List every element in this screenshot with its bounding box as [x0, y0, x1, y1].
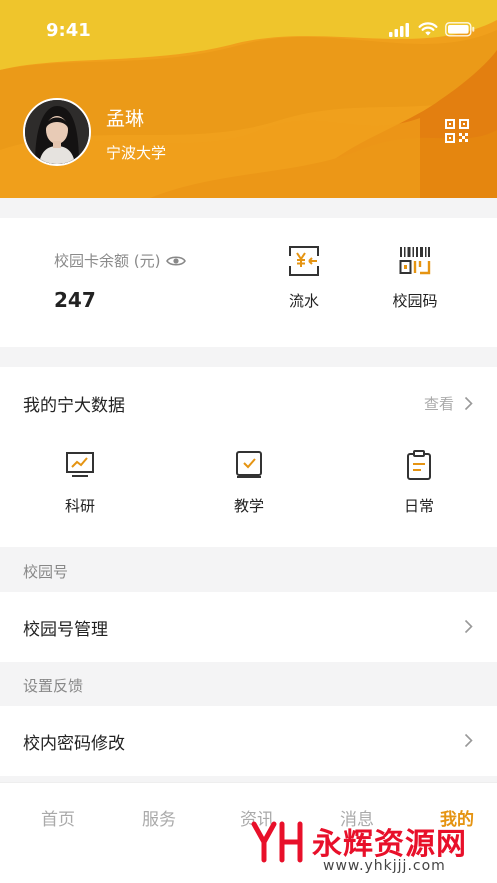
daily-item[interactable]: 日常 — [379, 449, 459, 516]
teaching-book-icon — [236, 451, 262, 478]
tab-services[interactable]: 服务 — [129, 805, 189, 830]
balance-value: 247 — [54, 288, 96, 312]
avatar-portrait — [25, 100, 89, 164]
watermark-url: www.yhkjjj.com — [323, 858, 446, 874]
balance-label-row: 校园卡余额 (元) — [54, 250, 187, 271]
clipboard-icon — [407, 450, 431, 480]
campus-card-panel: 校园卡余额 (元) 247 流水 校园码 — [0, 218, 497, 347]
qr-code-icon[interactable] — [445, 119, 469, 143]
transactions-label: 流水 — [288, 292, 319, 310]
password-change-row[interactable]: 校内密码修改 — [0, 706, 497, 776]
battery-icon — [445, 22, 475, 37]
daily-label: 日常 — [403, 497, 434, 515]
view-more-link[interactable]: 查看 — [424, 393, 473, 414]
status-bar: 9:41 — [0, 18, 497, 48]
watermark-text: 永辉资源网 — [312, 827, 467, 862]
profile-header: 9:41 孟琳 宁波大学 — [0, 0, 497, 198]
research-item[interactable]: 科研 — [40, 449, 120, 516]
campus-code-label: 校园码 — [392, 292, 438, 310]
eye-icon[interactable] — [166, 254, 187, 268]
transactions-button[interactable]: 流水 — [264, 244, 344, 311]
research-chart-icon — [66, 452, 94, 477]
research-label: 科研 — [64, 497, 95, 515]
tab-home[interactable]: 首页 — [28, 805, 88, 830]
my-data-panel: 我的宁大数据 查看 科研 教学 日常 — [0, 367, 497, 547]
user-school: 宁波大学 — [106, 144, 167, 162]
user-name: 孟琳 — [106, 108, 145, 130]
teaching-label: 教学 — [233, 497, 264, 515]
chevron-right-icon — [464, 619, 473, 634]
campus-id-group-label: 校园号 — [23, 563, 69, 581]
my-data-title: 我的宁大数据 — [23, 396, 125, 416]
view-more-label: 查看 — [423, 395, 454, 413]
avatar[interactable] — [23, 98, 91, 166]
chevron-right-icon — [464, 396, 473, 411]
yen-exchange-icon — [289, 246, 319, 276]
system-icons — [389, 22, 475, 37]
balance-label: 校园卡余额 (元) — [54, 252, 161, 270]
campus-id-manage-row[interactable]: 校园号管理 — [0, 592, 497, 662]
teaching-item[interactable]: 教学 — [209, 449, 289, 516]
status-time: 9:41 — [46, 20, 91, 41]
settings-group-label: 设置反馈 — [23, 677, 84, 695]
chevron-right-icon — [464, 733, 473, 748]
campus-id-manage-label: 校园号管理 — [23, 620, 108, 640]
password-change-label: 校内密码修改 — [23, 734, 125, 754]
signal-icon — [389, 22, 409, 37]
watermark-logo — [251, 821, 303, 863]
barcode-icon — [399, 247, 431, 275]
wifi-icon — [418, 22, 438, 36]
campus-code-button[interactable]: 校园码 — [375, 244, 455, 311]
